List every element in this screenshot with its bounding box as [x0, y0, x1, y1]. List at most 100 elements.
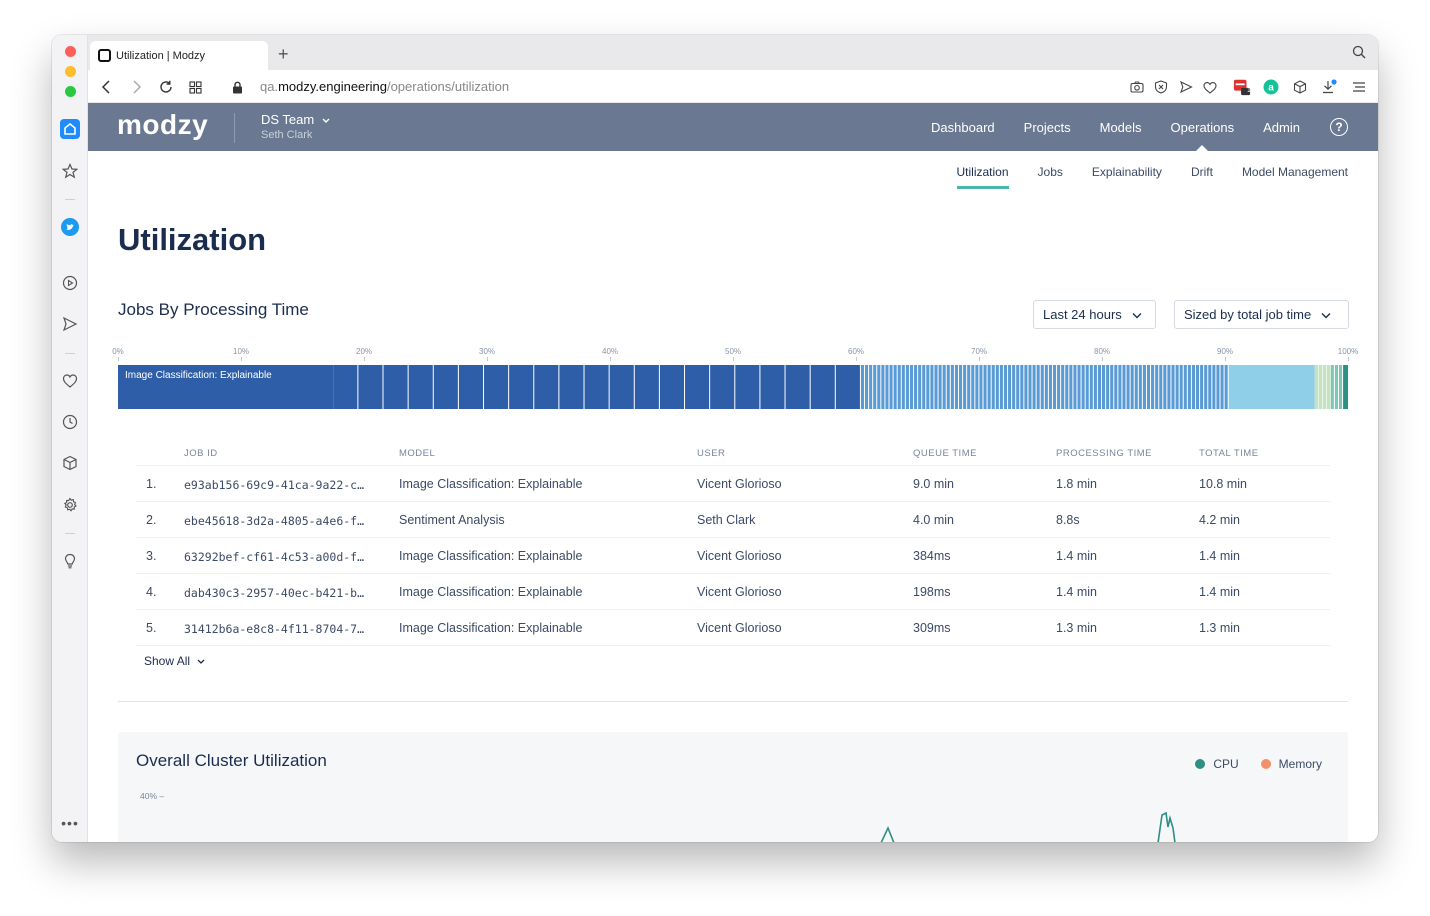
job-segment[interactable]	[905, 365, 909, 409]
job-segment[interactable]	[1110, 365, 1114, 409]
job-segment[interactable]	[1134, 365, 1138, 409]
job-segment[interactable]	[685, 365, 710, 409]
job-segment[interactable]	[1208, 365, 1212, 409]
forward-arrow-icon[interactable]	[127, 78, 145, 96]
table-row[interactable]: 3. 63292bef-cf61-4c53-a00d-f… Image Classi…	[136, 538, 1330, 574]
row-job-id[interactable]: e93ab156-69c9-41ca-9a22-c…	[184, 478, 364, 492]
nav-dashboard[interactable]: Dashboard	[931, 103, 995, 151]
job-segment[interactable]	[987, 365, 991, 409]
job-segment[interactable]	[1228, 365, 1315, 409]
job-segment[interactable]	[922, 365, 926, 409]
job-segment[interactable]	[1085, 365, 1089, 409]
job-segment[interactable]	[609, 365, 634, 409]
job-segment[interactable]	[958, 365, 963, 409]
job-segment[interactable]	[509, 365, 534, 409]
job-segment[interactable]	[1330, 365, 1334, 409]
job-segment[interactable]	[1175, 365, 1179, 409]
minimize-window-button[interactable]	[65, 66, 76, 77]
job-segment[interactable]	[877, 365, 881, 409]
nav-models[interactable]: Models	[1100, 103, 1142, 151]
job-segment[interactable]	[938, 365, 942, 409]
job-segment[interactable]	[1081, 365, 1085, 409]
close-window-button[interactable]	[65, 46, 76, 57]
back-arrow-icon[interactable]	[98, 78, 116, 96]
job-segment[interactable]	[1065, 365, 1069, 409]
tab-jobs[interactable]: Jobs	[1038, 165, 1063, 189]
job-segment[interactable]	[983, 365, 987, 409]
job-segment[interactable]	[1159, 365, 1163, 409]
job-segment[interactable]	[1334, 365, 1338, 409]
job-segment[interactable]	[1183, 365, 1187, 409]
job-segment[interactable]	[1040, 365, 1044, 409]
job-segment[interactable]	[1146, 365, 1151, 409]
nav-projects[interactable]: Projects	[1024, 103, 1071, 151]
job-segment[interactable]	[881, 365, 885, 409]
row-job-id[interactable]: 63292bef-cf61-4c53-a00d-f…	[184, 550, 364, 564]
job-segment[interactable]	[1093, 365, 1097, 409]
home-icon[interactable]	[60, 119, 80, 139]
job-segment[interactable]	[1314, 365, 1319, 409]
job-segment[interactable]	[1167, 365, 1171, 409]
job-segment[interactable]	[1191, 365, 1195, 409]
new-tab-button[interactable]: +	[278, 44, 289, 65]
job-segment[interactable]	[914, 365, 918, 409]
modzy-logo[interactable]: modzy	[117, 109, 208, 141]
tab-search-icon[interactable]	[1352, 45, 1366, 64]
help-icon[interactable]: ?	[1330, 118, 1348, 136]
job-segment[interactable]	[1052, 365, 1057, 409]
job-segment[interactable]	[484, 365, 509, 409]
job-segment[interactable]	[1122, 365, 1126, 409]
row-job-id[interactable]: dab430c3-2957-40ec-b421-b…	[184, 586, 364, 600]
job-segment[interactable]	[889, 365, 893, 409]
job-segment[interactable]	[975, 365, 979, 409]
camera-icon[interactable]	[1128, 78, 1146, 96]
job-segment[interactable]	[1077, 365, 1081, 409]
job-segment[interactable]	[1318, 365, 1323, 409]
bookmark-star-icon[interactable]	[60, 161, 80, 181]
job-segment[interactable]	[1187, 365, 1191, 409]
job-segment[interactable]	[860, 365, 865, 409]
job-segment[interactable]	[893, 365, 897, 409]
job-segment[interactable]	[1114, 365, 1118, 409]
jobs-processing-bar[interactable]	[118, 365, 1348, 409]
job-segment[interactable]	[1057, 365, 1061, 409]
job-segment[interactable]	[954, 365, 958, 409]
twitter-icon[interactable]	[60, 217, 80, 237]
job-segment[interactable]	[1179, 365, 1183, 409]
row-job-id[interactable]: 31412b6a-e8c8-4f11-8704-7…	[184, 622, 364, 636]
history-clock-icon[interactable]	[60, 412, 80, 432]
menu-lines-icon[interactable]	[1350, 78, 1368, 96]
table-row[interactable]: 4. dab430c3-2957-40ec-b421-b… Image Classi…	[136, 574, 1330, 610]
tab-explainability[interactable]: Explainability	[1092, 165, 1162, 189]
table-row[interactable]: 1. e93ab156-69c9-41ca-9a22-c… Image Classi…	[136, 466, 1330, 502]
job-segment[interactable]	[873, 365, 877, 409]
job-segment[interactable]	[810, 365, 835, 409]
more-options-icon[interactable]: •••	[60, 813, 80, 833]
tab-model-management[interactable]: Model Management	[1242, 165, 1348, 189]
job-segment[interactable]	[534, 365, 559, 409]
settings-gear-icon[interactable]	[60, 495, 80, 515]
job-segment[interactable]	[358, 365, 383, 409]
grammarly-icon[interactable]: a	[1262, 78, 1280, 96]
job-segment[interactable]	[1012, 365, 1016, 409]
col-model[interactable]: MODEL	[399, 448, 435, 459]
job-segment[interactable]	[1008, 365, 1012, 409]
lightbulb-icon[interactable]	[60, 551, 80, 571]
nav-admin[interactable]: Admin	[1263, 103, 1300, 151]
job-segment[interactable]	[1130, 365, 1134, 409]
job-segment[interactable]	[584, 365, 609, 409]
job-segment[interactable]	[433, 365, 458, 409]
job-segment[interactable]	[1322, 365, 1327, 409]
job-segment[interactable]	[1142, 365, 1146, 409]
job-segment[interactable]	[1195, 365, 1200, 409]
job-segment[interactable]	[901, 365, 905, 409]
url-field[interactable]: qa.modzy.engineering/operations/utilizat…	[260, 79, 509, 94]
shield-block-icon[interactable]	[1152, 78, 1170, 96]
job-segment[interactable]	[918, 365, 922, 409]
job-segment[interactable]	[785, 365, 810, 409]
tab-utilization[interactable]: Utilization	[956, 165, 1009, 189]
job-segment[interactable]	[926, 365, 930, 409]
job-segment[interactable]	[934, 365, 938, 409]
job-segment[interactable]	[1326, 365, 1331, 409]
job-segment[interactable]	[967, 365, 971, 409]
